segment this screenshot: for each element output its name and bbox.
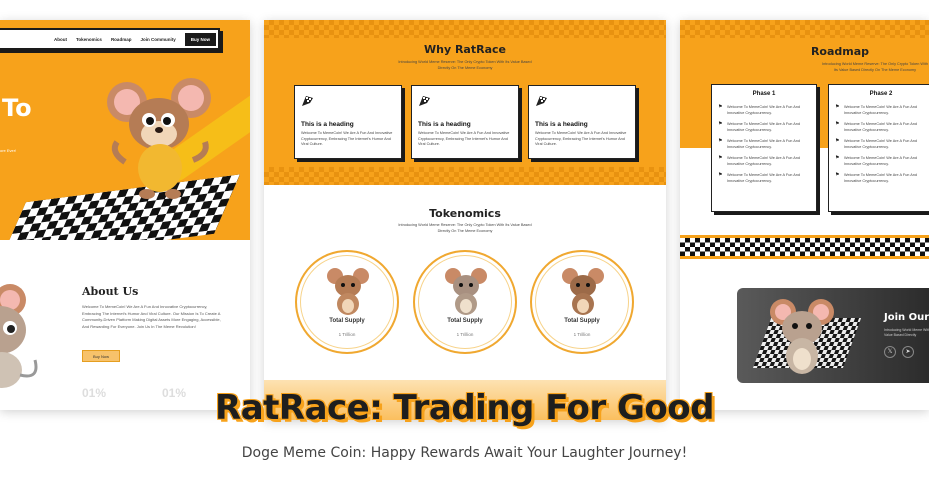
phase-item-text: Welcome To MemeCoin! We Are A Fun And In… bbox=[727, 122, 801, 132]
card-text: Welcome To MemeCoin! We Are A Fun And In… bbox=[535, 131, 627, 146]
mascot-mouse-image bbox=[770, 299, 834, 374]
supply-label: Total Supply bbox=[447, 318, 483, 324]
why-title: Why RatRace bbox=[424, 43, 506, 56]
card-text: Welcome To MemeCoin! We Are A Fun And In… bbox=[418, 131, 510, 146]
landing-preview-why-tokenomics: Why RatRace Introducing World Meme Reser… bbox=[264, 20, 666, 420]
card-heading: This is a heading bbox=[418, 121, 471, 128]
mouse-image bbox=[327, 268, 369, 315]
phase-item: ⚑ Welcome To MemeCoin! We Are A Fun And I… bbox=[835, 122, 927, 133]
flag-icon: ⚑ bbox=[835, 172, 840, 178]
about-section: About Us Welcome To MemeCoin! We Are A F… bbox=[0, 240, 250, 410]
flag-icon: ⚑ bbox=[835, 121, 840, 127]
why-subtitle: Introducing World Meme Reserve: The Only… bbox=[398, 60, 532, 70]
hero-section: About Tokenomics Roadmap Join Community … bbox=[0, 20, 250, 262]
phase-card-2: Phase 2 ⚑ Welcome To MemeCoin! We Are A F… bbox=[828, 84, 929, 212]
promo-title: RatRace: Trading For Good bbox=[215, 388, 714, 428]
phase-item: ⚑ Welcome To MemeCoin! We Are A Fun And I… bbox=[718, 122, 810, 133]
landing-preview-hero: About Tokenomics Roadmap Join Community … bbox=[0, 20, 250, 410]
supply-label: Total Supply bbox=[329, 318, 365, 324]
phase-item: ⚑ Welcome To MemeCoin! We Are A Fun And I… bbox=[835, 156, 927, 167]
telegram-icon[interactable]: ➤ bbox=[902, 346, 914, 358]
phase-item: ⚑ Welcome To MemeCoin! We Are A Fun And I… bbox=[718, 173, 810, 184]
nav-join-community[interactable]: Join Community bbox=[140, 37, 175, 42]
card-heading: This is a heading bbox=[301, 121, 354, 128]
why-section: Why RatRace Introducing World Meme Reser… bbox=[264, 20, 666, 185]
roadmap-title: Roadmap bbox=[810, 45, 870, 58]
checker-band-bottom bbox=[264, 167, 666, 185]
hero-heading: To bbox=[2, 94, 32, 122]
phase-item: ⚑ Welcome To MemeCoin! We Are A Fun And I… bbox=[835, 139, 927, 150]
nav-about[interactable]: About bbox=[54, 37, 67, 42]
supply-value: 1 Trillion bbox=[338, 332, 356, 337]
supply-value: 1 Trillion bbox=[456, 332, 474, 337]
phase-item-text: Welcome To MemeCoin! We Are A Fun And In… bbox=[727, 139, 801, 149]
checkered-flags-icon bbox=[302, 96, 313, 106]
phase-item-text: Welcome To MemeCoin! We Are A Fun And In… bbox=[844, 105, 918, 115]
about-text: Welcome To MemeCoin! We Are A Fun And In… bbox=[82, 304, 221, 329]
checkered-strip bbox=[680, 235, 929, 259]
phase-title: Phase 2 bbox=[869, 91, 893, 97]
phase-item: ⚑ Welcome To MemeCoin! We Are A Fun And I… bbox=[718, 156, 810, 167]
flag-icon: ⚑ bbox=[835, 104, 840, 110]
hero-subtext: ore Ever! bbox=[0, 148, 17, 153]
phase-item-text: Welcome To MemeCoin! We Are A Fun And In… bbox=[844, 122, 918, 132]
x-icon[interactable]: 𝕏 bbox=[884, 346, 896, 358]
checker-band-top bbox=[680, 20, 929, 38]
phase-card-1: Phase 1 ⚑ Welcome To MemeCoin! We Are A F… bbox=[711, 84, 817, 212]
roadmap-subtitle: Introducing World Meme Reserve: The Only… bbox=[822, 62, 928, 72]
why-card: This is a heading Welcome To MemeCoin! W… bbox=[411, 85, 519, 159]
tokenomics-card: Total Supply 1 Trillion bbox=[295, 250, 399, 354]
tokenomics-card: Total Supply 1 Trillion bbox=[530, 250, 634, 354]
mouse-image bbox=[562, 268, 604, 315]
nav-tokenomics[interactable]: Tokenomics bbox=[76, 37, 102, 42]
flag-icon: ⚑ bbox=[718, 121, 723, 127]
flag-icon: ⚑ bbox=[835, 138, 840, 144]
flag-icon: ⚑ bbox=[718, 155, 723, 161]
card-text: Welcome To MemeCoin! We Are A Fun And In… bbox=[301, 131, 393, 146]
join-community-banner: Join Our Introducing World Meme With Its… bbox=[737, 288, 929, 383]
flag-icon: ⚑ bbox=[835, 155, 840, 161]
supply-value: 1 Trillion bbox=[573, 332, 591, 337]
landing-preview-roadmap-join: Roadmap Introducing World Meme Reserve: … bbox=[680, 20, 929, 410]
phase-item-text: Welcome To MemeCoin! We Are A Fun And In… bbox=[727, 173, 801, 183]
supply-label: Total Supply bbox=[564, 318, 600, 324]
phase-item-text: Welcome To MemeCoin! We Are A Fun And In… bbox=[727, 105, 801, 115]
join-title: Join Our bbox=[884, 312, 929, 323]
flag-icon: ⚑ bbox=[718, 138, 723, 144]
checkered-flags-icon bbox=[419, 96, 430, 106]
phase-item-text: Welcome To MemeCoin! We Are A Fun And In… bbox=[727, 156, 801, 166]
tokenomics-title: Tokenomics bbox=[429, 207, 501, 220]
phase-item: ⚑ Welcome To MemeCoin! We Are A Fun And I… bbox=[718, 139, 810, 150]
mouse-peek-image bbox=[0, 284, 38, 388]
phase-title: Phase 1 bbox=[752, 91, 776, 97]
phase-item-text: Welcome To MemeCoin! We Are A Fun And In… bbox=[844, 173, 918, 183]
mascot-mouse-image bbox=[107, 78, 211, 199]
flag-icon: ⚑ bbox=[718, 172, 723, 178]
tokenomics-card: Total Supply 1 Trillion bbox=[413, 250, 517, 354]
phase-item: ⚑ Welcome To MemeCoin! We Are A Fun And I… bbox=[835, 173, 927, 184]
checkered-flags-icon bbox=[536, 96, 547, 106]
flag-icon: ⚑ bbox=[718, 104, 723, 110]
join-text: Introducing World Meme With Its Value Ba… bbox=[884, 328, 929, 337]
phase-item: ⚑ Welcome To MemeCoin! We Are A Fun And I… bbox=[718, 105, 810, 116]
phase-item-text: Welcome To MemeCoin! We Are A Fun And In… bbox=[844, 156, 918, 166]
why-card: This is a heading Welcome To MemeCoin! W… bbox=[528, 85, 636, 159]
mouse-image bbox=[445, 268, 487, 315]
why-card: This is a heading Welcome To MemeCoin! W… bbox=[294, 85, 402, 159]
phase-item-text: Welcome To MemeCoin! We Are A Fun And In… bbox=[844, 139, 918, 149]
tokenomics-subtitle: Introducing World Meme Reserve: The Only… bbox=[398, 223, 532, 233]
about-title: About Us bbox=[82, 285, 139, 298]
buy-now-button[interactable]: Buy Now bbox=[184, 32, 216, 46]
nav-roadmap[interactable]: Roadmap bbox=[111, 37, 132, 42]
checker-band-top bbox=[264, 20, 666, 38]
about-buy-button[interactable]: Buy Now bbox=[82, 350, 120, 362]
phase-item: ⚑ Welcome To MemeCoin! We Are A Fun And I… bbox=[835, 105, 927, 116]
card-heading: This is a heading bbox=[535, 121, 588, 128]
top-nav: About Tokenomics Roadmap Join Community … bbox=[0, 28, 220, 50]
promo-tagline: Doge Meme Coin: Happy Rewards Await Your… bbox=[241, 445, 688, 461]
